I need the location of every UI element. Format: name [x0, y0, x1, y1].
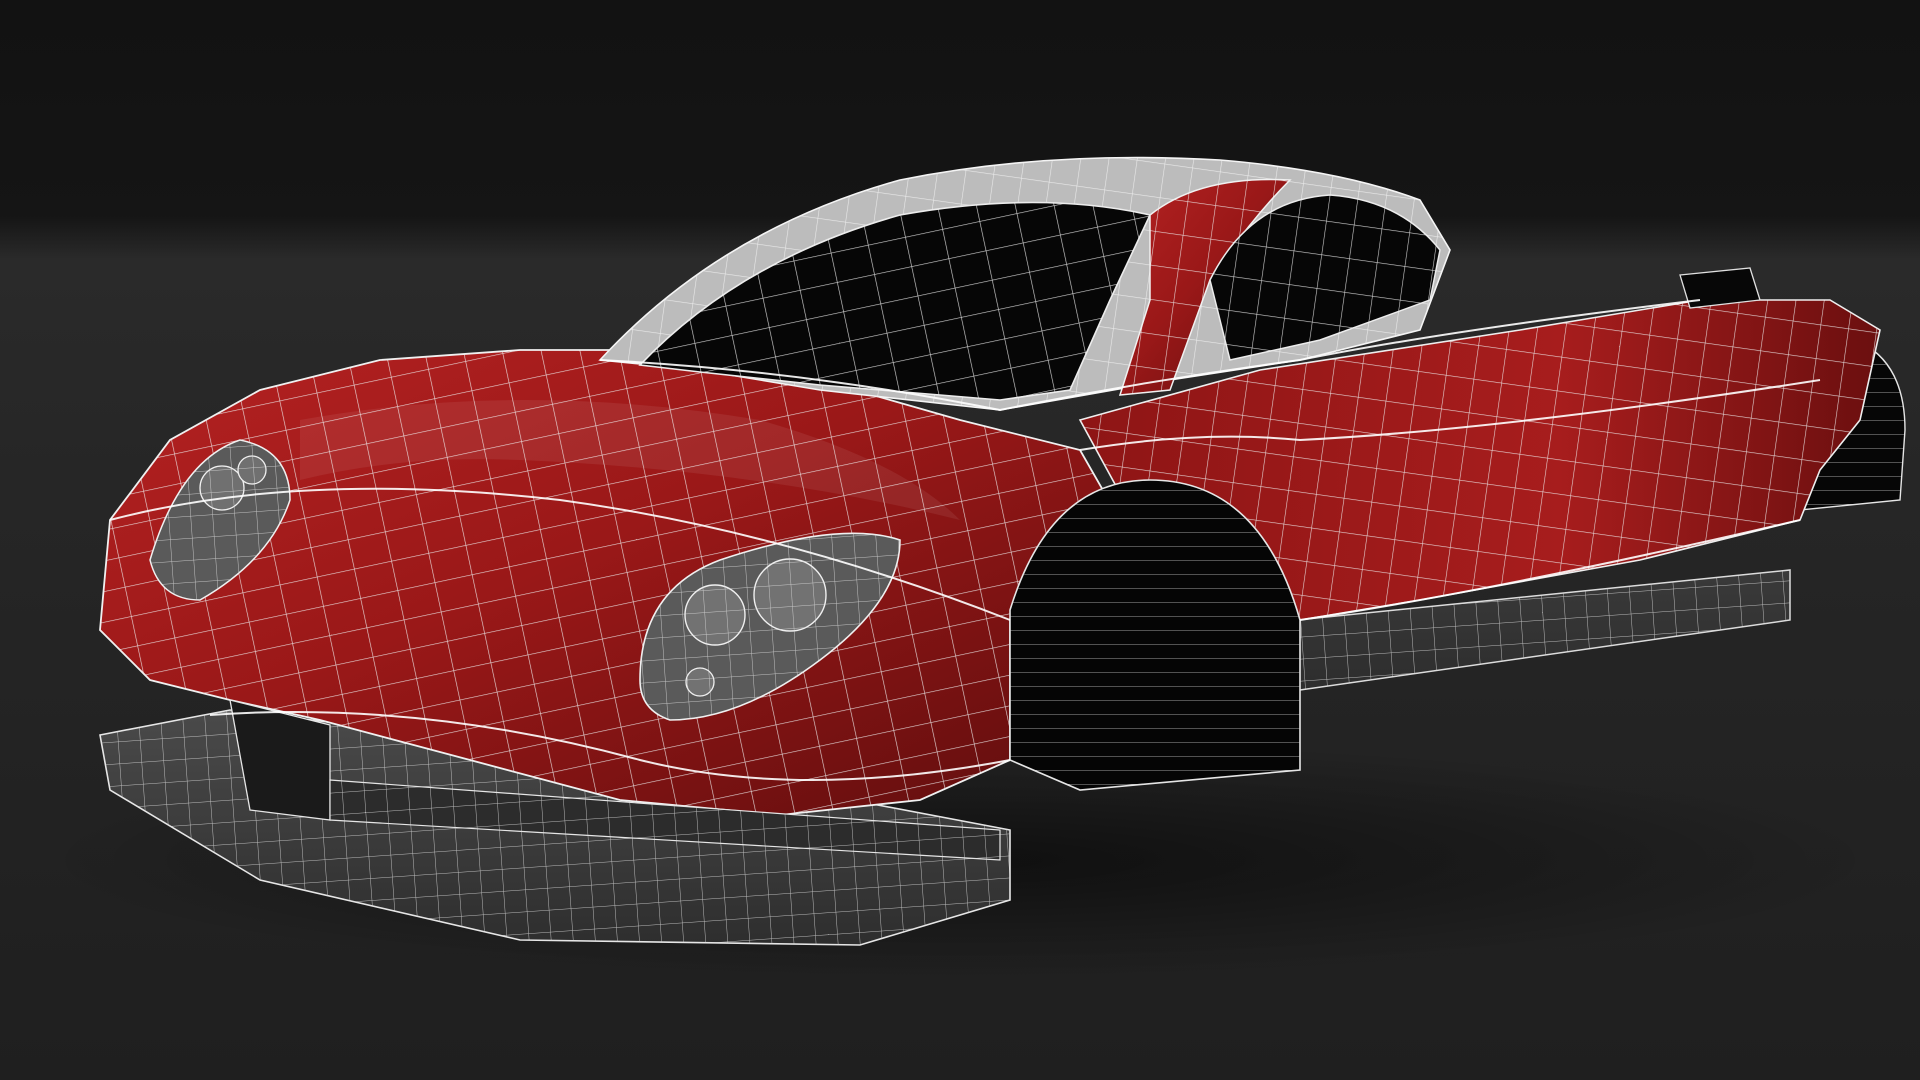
car-wireframe-model [40, 156, 1906, 980]
rear-vent [1679, 267, 1761, 309]
render-viewport [0, 0, 1920, 1080]
windshield-glass [638, 201, 1152, 401]
